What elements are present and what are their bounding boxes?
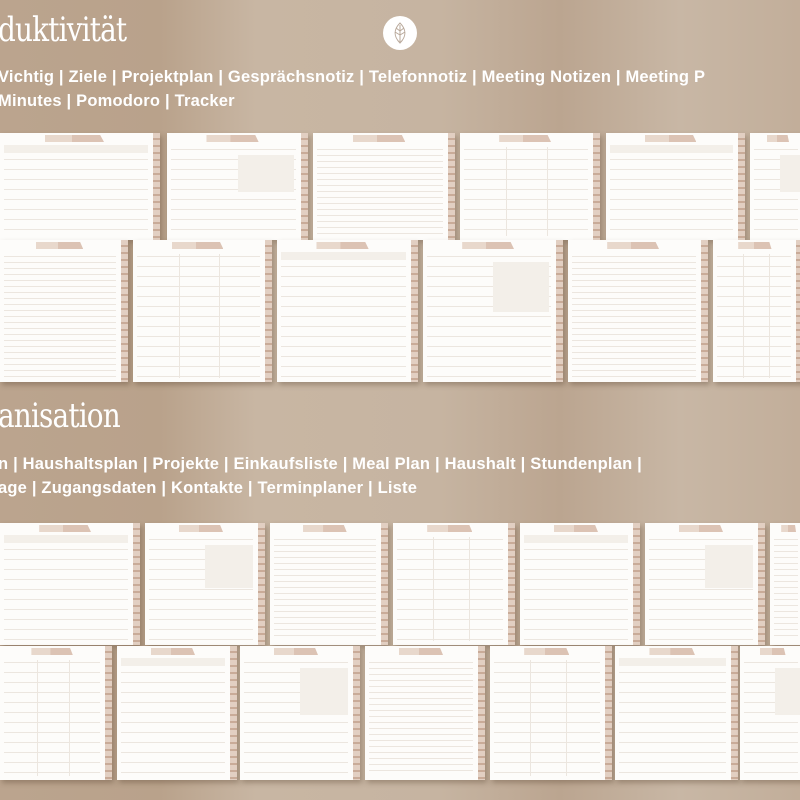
planner-page-thumbnail (167, 133, 308, 240)
planner-page-thumbnail (145, 523, 265, 645)
section-items-line-1: Vichtig | Ziele | Projektplan | Gespräch… (0, 68, 706, 86)
planner-page-thumbnail (393, 523, 515, 645)
planner-page-thumbnail (615, 646, 738, 780)
planner-page-thumbnail (0, 523, 140, 645)
planner-page-thumbnail (365, 646, 485, 780)
planner-page-thumbnail (770, 523, 800, 645)
planner-page-thumbnail (568, 240, 708, 382)
planner-page-thumbnail (0, 240, 128, 382)
section-title-organisation: anisation (0, 396, 121, 436)
planner-page-thumbnail (240, 646, 360, 780)
section-items-line-2: Minutes | Pomodoro | Tracker (0, 92, 235, 110)
section-title-produktivitaet: duktivität (0, 10, 127, 50)
planner-page-thumbnail (490, 646, 612, 780)
planner-page-thumbnail (277, 240, 418, 382)
planner-page-thumbnail (0, 646, 112, 780)
planner-page-thumbnail (313, 133, 455, 240)
planner-page-thumbnail (117, 646, 237, 780)
planner-page-thumbnail (750, 133, 800, 240)
planner-page-thumbnail (133, 240, 272, 382)
planner-page-thumbnail (713, 240, 800, 382)
planner-page-thumbnail (423, 240, 563, 382)
planner-page-thumbnail (460, 133, 600, 240)
planner-page-thumbnail (0, 133, 160, 240)
brand-logo (383, 16, 417, 50)
section-items-line-2: age | Zugangsdaten | Kontakte | Terminpl… (0, 479, 418, 497)
planner-page-thumbnail (740, 646, 800, 780)
planner-page-thumbnail (520, 523, 640, 645)
planner-page-thumbnail (270, 523, 388, 645)
planner-page-thumbnail (606, 133, 745, 240)
section-items-line-1: n | Haushaltsplan | Projekte | Einkaufsl… (0, 455, 642, 473)
planner-page-thumbnail (645, 523, 765, 645)
leaf-icon (394, 22, 406, 44)
